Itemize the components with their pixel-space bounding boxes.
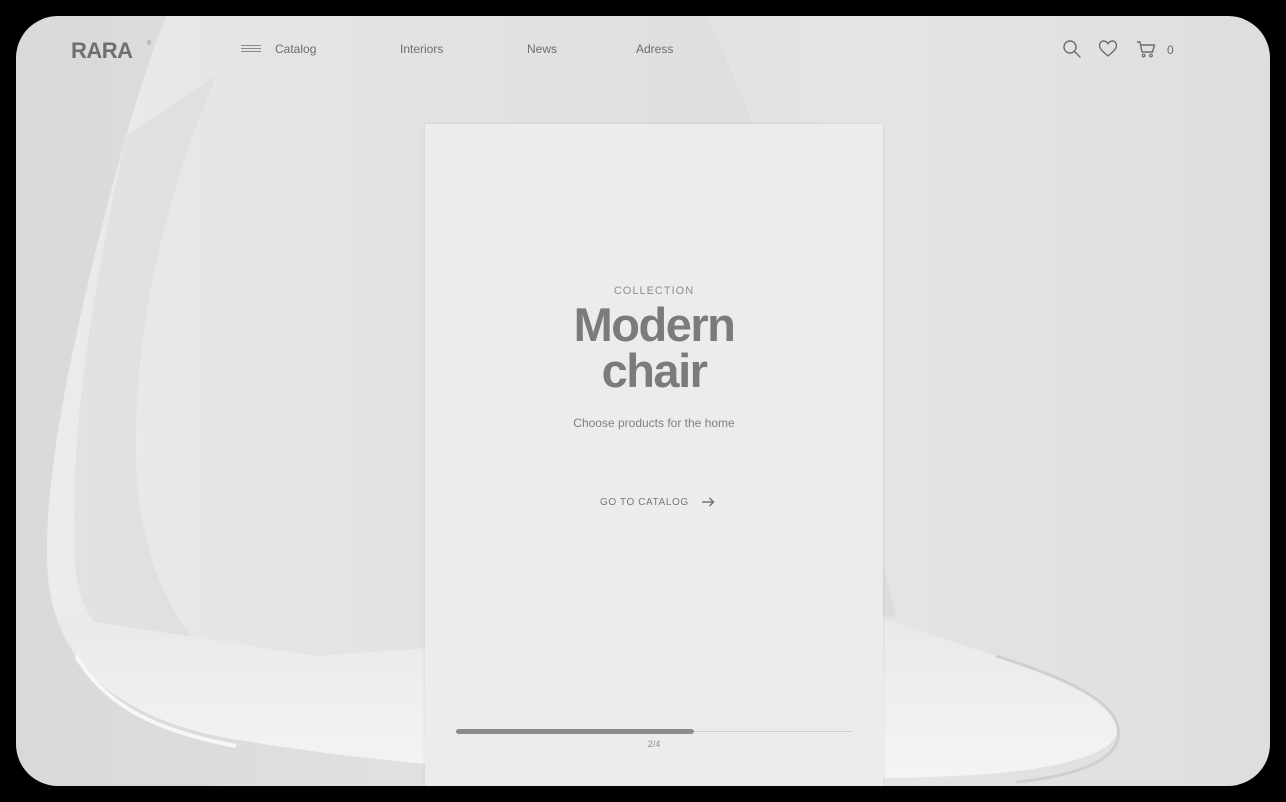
screen: RARA ® Catalog Interiors News Adress 0 C… bbox=[16, 16, 1270, 786]
arrow-right-icon bbox=[701, 497, 715, 507]
heart-icon[interactable] bbox=[1098, 39, 1118, 59]
nav-item-adress[interactable]: Adress bbox=[636, 42, 673, 56]
slide-counter: 2/4 bbox=[647, 739, 661, 749]
collection-label: COLLECTION bbox=[613, 285, 695, 297]
cart-icon[interactable] bbox=[1136, 39, 1156, 59]
nav-item-catalog[interactable]: Catalog bbox=[275, 42, 316, 56]
hero-title-line2: chair bbox=[601, 344, 708, 397]
registered-mark: ® bbox=[147, 41, 152, 47]
hero-title: Modern chair bbox=[425, 298, 883, 397]
brand-logo[interactable]: RARA bbox=[71, 38, 133, 64]
slider-progress-bar[interactable] bbox=[456, 729, 852, 735]
hero-title-line1: Modern bbox=[573, 298, 736, 351]
top-navigation: RARA ® Catalog Interiors News Adress 0 bbox=[16, 16, 1270, 82]
menu-icon[interactable] bbox=[241, 45, 261, 54]
cart-count: 0 bbox=[1167, 43, 1174, 57]
hero-subtitle: Choose products for the home bbox=[573, 416, 735, 430]
nav-item-interiors[interactable]: Interiors bbox=[400, 42, 443, 56]
device-frame: RARA ® Catalog Interiors News Adress 0 C… bbox=[0, 0, 1286, 802]
go-to-catalog-label: GO TO CATALOG bbox=[600, 496, 689, 508]
hero-card: COLLECTION Modern chair Choose products … bbox=[425, 124, 883, 786]
search-icon[interactable] bbox=[1062, 39, 1082, 59]
nav-item-news[interactable]: News bbox=[527, 42, 557, 56]
go-to-catalog-button[interactable]: GO TO CATALOG bbox=[600, 493, 715, 511]
progress-fill bbox=[456, 729, 694, 734]
